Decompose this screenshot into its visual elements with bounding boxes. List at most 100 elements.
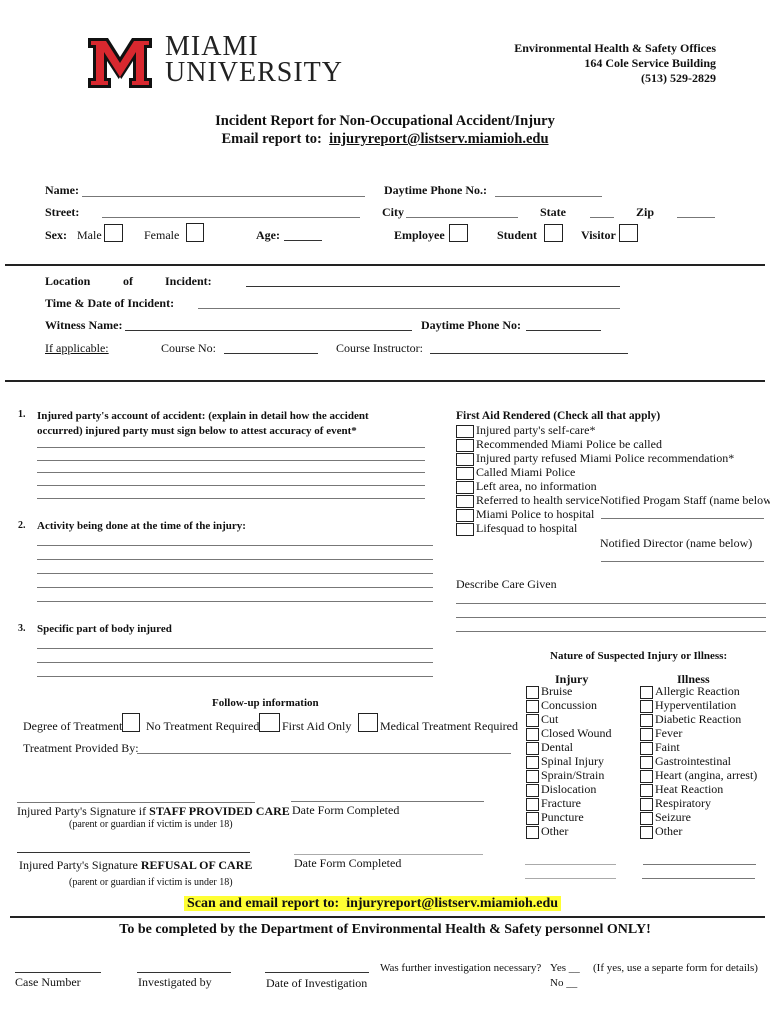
- first-aid-option-checkbox[interactable]: [456, 509, 474, 522]
- course-no-field[interactable]: [224, 353, 318, 354]
- time-date-field[interactable]: [198, 308, 620, 309]
- scan-email-link[interactable]: injuryreport@listserv.miamioh.edu: [346, 896, 558, 911]
- male-checkbox[interactable]: [104, 224, 123, 242]
- question-2-answer-line[interactable]: [37, 601, 433, 602]
- section-divider: [5, 380, 765, 382]
- describe-care-line[interactable]: [456, 631, 766, 632]
- question-2-answer-line[interactable]: [37, 587, 433, 588]
- first-aid-option-checkbox[interactable]: [456, 425, 474, 438]
- injury-option-checkbox[interactable]: [526, 700, 539, 713]
- question-3-answer-line[interactable]: [37, 648, 433, 649]
- zip-label: Zip: [636, 205, 655, 219]
- visitor-checkbox[interactable]: [619, 224, 638, 242]
- injury-option-checkbox[interactable]: [526, 686, 539, 699]
- refusal-signature-label: Injured Party's Signature REFUSAL OF CAR…: [19, 858, 252, 873]
- notified-staff-field[interactable]: [601, 518, 764, 519]
- first-aid-option-label: Left area, no information: [476, 479, 597, 493]
- injury-option-checkbox[interactable]: [526, 770, 539, 783]
- no-treatment-checkbox[interactable]: [122, 713, 140, 732]
- investigated-by-field[interactable]: [137, 972, 231, 973]
- treatment-provided-by-field[interactable]: [137, 753, 511, 754]
- illness-option-checkbox[interactable]: [640, 826, 653, 839]
- illness-option-checkbox[interactable]: [640, 686, 653, 699]
- witness-phone-field[interactable]: [526, 330, 601, 331]
- date-completed-line[interactable]: [291, 801, 484, 802]
- question-1-answer-line[interactable]: [37, 447, 425, 448]
- further-investigation-no[interactable]: No __: [550, 977, 577, 989]
- staff-care-signature-line[interactable]: [17, 802, 255, 803]
- zip-field[interactable]: [677, 217, 715, 218]
- describe-care-line[interactable]: [456, 617, 766, 618]
- illness-option-label: Hyperventilation: [655, 698, 737, 712]
- question-2-answer-line[interactable]: [37, 545, 433, 546]
- question-1-answer-line[interactable]: [37, 485, 425, 486]
- injury-option-checkbox[interactable]: [526, 756, 539, 769]
- injury-option-checkbox[interactable]: [526, 742, 539, 755]
- first-aid-option-checkbox[interactable]: [456, 467, 474, 480]
- refusal-signature-line[interactable]: [17, 852, 250, 853]
- illness-option-checkbox[interactable]: [640, 812, 653, 825]
- age-field[interactable]: [284, 240, 322, 241]
- illness-option-checkbox[interactable]: [640, 798, 653, 811]
- illness-option-checkbox[interactable]: [640, 700, 653, 713]
- email-link[interactable]: injuryreport@listserv.miamioh.edu: [329, 131, 548, 147]
- notified-director-field[interactable]: [601, 561, 764, 562]
- question-2-answer-line[interactable]: [37, 573, 433, 574]
- street-field[interactable]: [102, 217, 360, 218]
- illness-option-checkbox[interactable]: [640, 728, 653, 741]
- question-1-answer-line[interactable]: [37, 472, 425, 473]
- first-aid-option-checkbox[interactable]: [456, 481, 474, 494]
- injury-option-checkbox[interactable]: [526, 798, 539, 811]
- illness-option-checkbox[interactable]: [640, 742, 653, 755]
- further-investigation-yes[interactable]: Yes __: [550, 962, 580, 974]
- illness-option-checkbox[interactable]: [640, 756, 653, 769]
- witness-field[interactable]: [125, 330, 412, 331]
- illness-option-checkbox[interactable]: [640, 770, 653, 783]
- injury-option-checkbox[interactable]: [526, 826, 539, 839]
- describe-care-line[interactable]: [456, 603, 766, 604]
- date-completed-label: Date Form Completed: [294, 856, 402, 870]
- staff-care-signature-label: Injured Party's Signature if STAFF PROVI…: [17, 804, 290, 819]
- first-aid-option-checkbox[interactable]: [456, 495, 474, 508]
- date-investigation-field[interactable]: [265, 972, 369, 973]
- injury-option-checkbox[interactable]: [526, 728, 539, 741]
- first-aid-option-checkbox[interactable]: [456, 453, 474, 466]
- female-checkbox[interactable]: [186, 223, 204, 242]
- nature-heading: Nature of Suspected Injury or Illness:: [550, 650, 728, 662]
- question-1-answer-line[interactable]: [37, 498, 425, 499]
- injury-other-line[interactable]: [525, 878, 616, 879]
- injury-option-checkbox[interactable]: [526, 714, 539, 727]
- injury-other-line[interactable]: [525, 864, 616, 865]
- question-1-answer-line[interactable]: [37, 460, 425, 461]
- date-completed-line[interactable]: [294, 854, 483, 855]
- illness-option-label: Faint: [655, 740, 680, 754]
- state-field[interactable]: [590, 217, 614, 218]
- question-3-answer-line[interactable]: [37, 676, 433, 677]
- location-label-1: Location: [45, 274, 91, 288]
- illness-other-line[interactable]: [642, 878, 755, 879]
- name-field[interactable]: [82, 196, 365, 197]
- illness-other-line[interactable]: [643, 864, 756, 865]
- employee-checkbox[interactable]: [449, 224, 468, 242]
- question-3-answer-line[interactable]: [37, 662, 433, 663]
- footer-divider: [10, 916, 765, 918]
- case-number-field[interactable]: [15, 972, 101, 973]
- first-aid-option-checkbox[interactable]: [456, 523, 474, 536]
- injury-option-checkbox[interactable]: [526, 784, 539, 797]
- city-field[interactable]: [406, 217, 518, 218]
- medical-treatment-checkbox[interactable]: [358, 713, 378, 732]
- daytime-phone-field[interactable]: [495, 196, 602, 197]
- first-aid-only-checkbox[interactable]: [259, 713, 280, 732]
- student-checkbox[interactable]: [544, 224, 563, 242]
- question-2-answer-line[interactable]: [37, 559, 433, 560]
- illness-option-checkbox[interactable]: [640, 784, 653, 797]
- course-instructor-field[interactable]: [430, 353, 628, 354]
- illness-option-checkbox[interactable]: [640, 714, 653, 727]
- first-aid-option-checkbox[interactable]: [456, 439, 474, 452]
- scan-email-highlight: Scan and email report to: injuryreport@l…: [184, 896, 562, 911]
- injury-option-label: Fracture: [541, 796, 581, 810]
- notified-staff-label: Notified Progam Staff (name below): [600, 493, 770, 507]
- injury-option-label: Concussion: [541, 698, 598, 712]
- injury-option-checkbox[interactable]: [526, 812, 539, 825]
- location-field[interactable]: [246, 286, 620, 287]
